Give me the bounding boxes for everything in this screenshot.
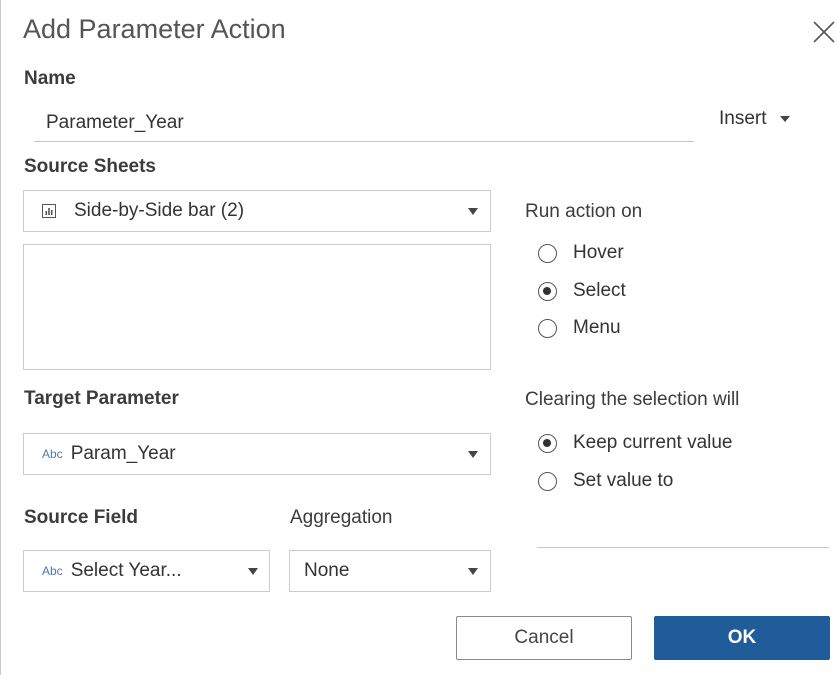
insert-dropdown[interactable]: Insert xyxy=(719,108,791,130)
cancel-button[interactable]: Cancel xyxy=(456,616,632,660)
chevron-down-icon xyxy=(468,568,478,575)
worksheet-icon xyxy=(42,204,56,218)
target-parameter-selected: Param_Year xyxy=(70,443,176,464)
set-value-input-underline[interactable] xyxy=(537,547,829,548)
target-parameter-label: Target Parameter xyxy=(24,388,179,409)
run-action-label: Run action on xyxy=(525,201,643,222)
radio-keep-icon[interactable] xyxy=(538,433,557,453)
aggregation-label: Aggregation xyxy=(290,507,393,528)
keep-current-value-label: Keep current value xyxy=(573,432,733,453)
chevron-down-icon xyxy=(468,208,478,215)
set-value-to-label: Set value to xyxy=(573,470,674,491)
source-sheets-dropdown[interactable]: Side-by-Side bar (2) xyxy=(23,190,491,232)
run-action-hover-radio[interactable]: Hover xyxy=(538,242,624,264)
radio-menu-label: Menu xyxy=(573,317,621,338)
radio-menu-icon[interactable] xyxy=(538,318,557,338)
insert-label: Insert xyxy=(719,108,767,129)
radio-select-label: Select xyxy=(573,280,626,301)
source-sheets-selected: Side-by-Side bar (2) xyxy=(74,200,245,221)
source-field-dropdown[interactable]: Abc Select Year... xyxy=(23,550,270,592)
set-value-to-radio[interactable]: Set value to xyxy=(538,470,673,492)
ok-button[interactable]: OK xyxy=(654,616,830,660)
target-parameter-dropdown[interactable]: Abc Param_Year xyxy=(23,433,491,475)
name-field[interactable] xyxy=(34,104,694,142)
radio-set-value-icon[interactable] xyxy=(538,471,557,491)
chevron-down-icon xyxy=(248,568,258,575)
close-icon[interactable] xyxy=(809,12,836,46)
source-sheets-label: Source Sheets xyxy=(24,156,156,177)
radio-hover-icon[interactable] xyxy=(538,243,557,263)
keep-current-value-radio[interactable]: Keep current value xyxy=(538,432,733,454)
run-action-select-radio[interactable]: Select xyxy=(538,280,626,302)
string-type-icon: Abc xyxy=(42,447,63,461)
source-sheets-list[interactable] xyxy=(23,244,491,370)
caret-down-icon xyxy=(779,116,790,122)
radio-select-icon[interactable] xyxy=(538,281,557,301)
aggregation-selected: None xyxy=(304,560,350,581)
add-parameter-action-dialog: Add Parameter Action Name Insert Source … xyxy=(0,0,836,675)
source-field-selected: Select Year... xyxy=(70,560,182,581)
aggregation-dropdown[interactable]: None xyxy=(289,550,491,592)
string-type-icon: Abc xyxy=(42,564,63,578)
radio-hover-label: Hover xyxy=(573,242,624,263)
dialog-title: Add Parameter Action xyxy=(23,14,286,44)
name-label: Name xyxy=(24,68,76,89)
source-field-label: Source Field xyxy=(24,507,139,528)
close-button[interactable] xyxy=(809,12,836,46)
chevron-down-icon xyxy=(468,451,478,458)
clearing-label: Clearing the selection will xyxy=(525,389,740,410)
run-action-menu-radio[interactable]: Menu xyxy=(538,317,621,339)
